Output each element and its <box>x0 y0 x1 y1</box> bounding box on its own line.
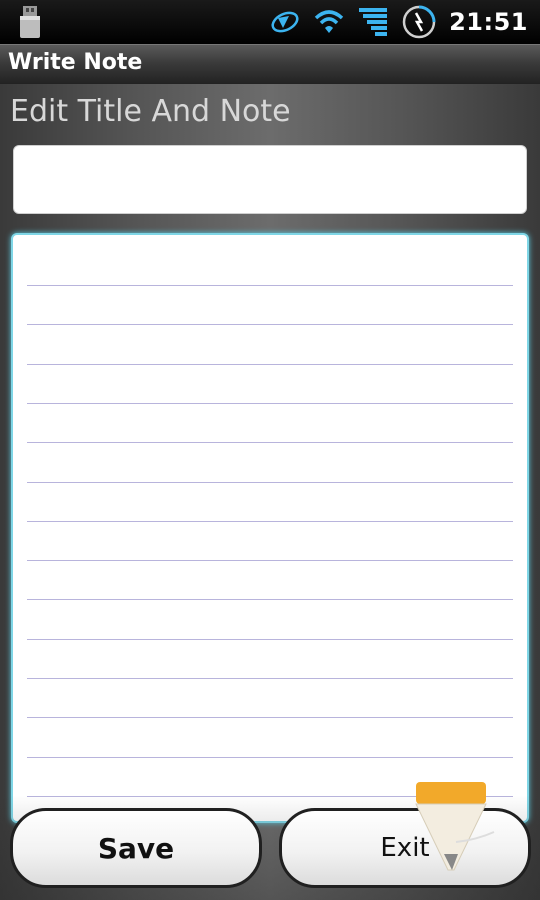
ruled-line <box>27 324 513 326</box>
ruled-line <box>27 599 513 601</box>
status-bar: 21:51 <box>0 0 540 44</box>
ruled-line <box>27 285 513 286</box>
ruled-line <box>27 442 513 444</box>
app-title: Write Note <box>8 50 143 75</box>
ruled-line <box>27 402 513 404</box>
editor-heading: Edit Title And Note <box>10 94 291 129</box>
ruled-lines <box>27 235 513 821</box>
ruled-line <box>27 678 513 679</box>
note-title-input[interactable] <box>13 145 527 214</box>
save-button[interactable]: Save <box>10 808 262 888</box>
ruled-line <box>27 363 513 365</box>
note-body-textarea[interactable] <box>11 233 529 823</box>
ruled-line <box>27 638 513 640</box>
signal-icon <box>359 8 388 36</box>
exit-button[interactable]: Exit <box>279 808 531 888</box>
ruled-line <box>27 481 513 483</box>
ruled-line <box>27 520 513 522</box>
wifi-icon <box>314 10 344 33</box>
battery-charging-icon <box>402 5 436 39</box>
ruled-line <box>27 560 513 562</box>
usb-icon <box>20 6 40 38</box>
ruled-line <box>27 756 513 758</box>
status-time: 21:51 <box>449 8 528 36</box>
sync-icon <box>271 11 299 33</box>
ruled-line <box>27 717 513 719</box>
app-title-bar: Write Note <box>0 44 540 84</box>
